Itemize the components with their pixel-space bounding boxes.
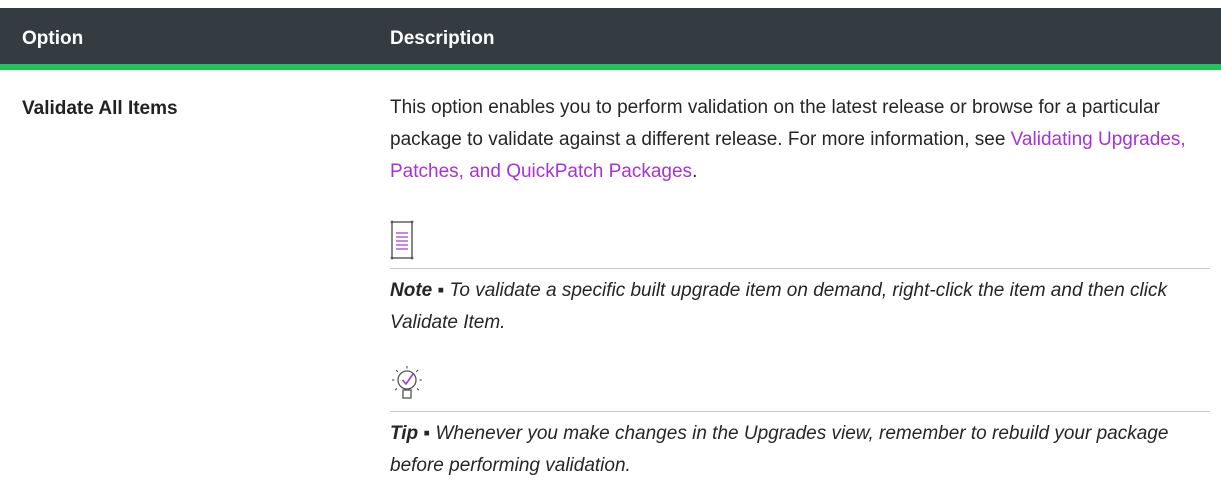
description-text: This option enables you to perform valid… — [390, 92, 1210, 188]
note-divider — [390, 268, 1210, 269]
note-callout: Note ▪ To validate a specific built upgr… — [390, 275, 1210, 339]
note-separator: ▪ — [432, 280, 450, 301]
tip-lightbulb-icon — [392, 366, 422, 399]
column-header-description: Description — [390, 28, 495, 49]
description-suffix: . — [692, 161, 698, 182]
tip-callout: Tip ▪ Whenever you make changes in the U… — [390, 418, 1210, 482]
column-header-option: Option — [22, 28, 84, 49]
description-cell: This option enables you to perform valid… — [390, 92, 1210, 482]
option-name: Validate All Items — [22, 98, 178, 119]
tip-text: Whenever you make changes in the Upgrade… — [390, 423, 1169, 476]
tip-icon-container — [390, 359, 1210, 403]
tip-divider — [390, 411, 1210, 412]
note-label: Note — [390, 280, 433, 301]
options-table: Option Description Validate All Items Th… — [0, 8, 1221, 476]
header-accent-bar — [0, 64, 1221, 70]
note-icon — [390, 220, 414, 260]
note-text: To validate a specific built upgrade ite… — [390, 280, 1167, 333]
tip-label: Tip — [390, 423, 419, 444]
table-header: Option Description — [0, 8, 1221, 70]
note-icon-container — [390, 210, 1210, 260]
tip-separator: ▪ — [418, 423, 436, 444]
